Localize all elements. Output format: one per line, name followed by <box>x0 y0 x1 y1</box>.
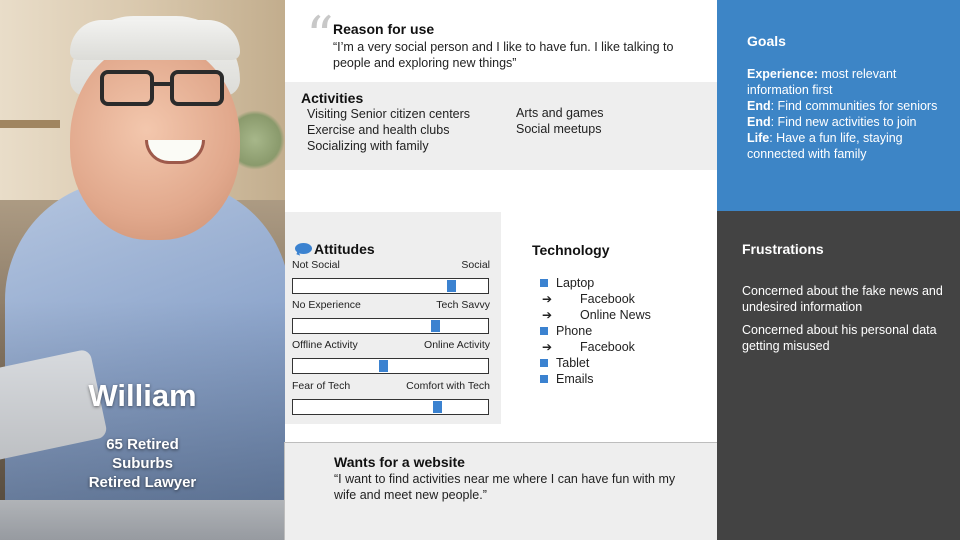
tech-item-label: Laptop <box>556 276 595 290</box>
frustrations-title: Frustrations <box>742 241 824 257</box>
attitudes-heading: Attitudes <box>295 241 375 257</box>
technology-list: Laptop ➔ Facebook ➔ Online News Phone ➔ Fac… <box>540 275 651 387</box>
tech-subitem-label: Facebook <box>580 340 635 354</box>
tech-subitem: ➔ Facebook <box>540 291 651 307</box>
frustration-item: Concerned about his personal data gettin… <box>742 323 937 353</box>
tech-item-label: Phone <box>556 324 593 338</box>
attitude-scale-social: Not Social Social <box>292 259 490 294</box>
goals-title: Goals <box>747 33 786 49</box>
scale-marker <box>378 360 388 372</box>
square-bullet-icon <box>540 359 548 367</box>
square-bullet-icon <box>540 375 548 383</box>
persona-location: Suburbs <box>112 455 173 472</box>
goal-item: End: Find communities for seniors <box>747 98 947 114</box>
activities-list-left: Visiting Senior citizen centers Exercise… <box>307 106 470 154</box>
scale-track <box>292 318 489 334</box>
scale-left-label: Fear of Tech <box>292 380 351 392</box>
tech-item-label: Tablet <box>556 356 590 370</box>
scale-marker <box>447 280 457 292</box>
technology-title: Technology <box>532 242 610 258</box>
frustrations-section: Frustrations Concerned about the fake ne… <box>717 211 960 540</box>
speech-bubble-icon <box>295 242 312 256</box>
scale-marker <box>430 320 440 332</box>
activities-list-right: Arts and games Social meetups <box>516 105 604 137</box>
activity-item: Social meetups <box>516 122 602 136</box>
reason-title: Reason for use <box>333 21 435 37</box>
attitude-scale-tech-experience: No Experience Tech Savvy <box>292 299 490 334</box>
quote-mark-icon: “ <box>306 5 334 68</box>
attitudes-section: Attitudes Not Social Social No Experienc… <box>285 212 501 424</box>
scale-right-label: Comfort with Tech <box>406 380 490 392</box>
goal-item: End: Find new activities to join <box>747 114 947 130</box>
scale-marker <box>432 401 442 413</box>
activity-item: Arts and games <box>516 106 604 120</box>
goal-label: End <box>747 99 771 113</box>
tech-item-label: Emails <box>556 372 594 386</box>
tech-subitem: ➔ Online News <box>540 307 651 323</box>
goal-item: Life: Have a fun life, staying connected… <box>747 130 947 162</box>
activity-item: Socializing with family <box>307 139 429 153</box>
arrow-right-icon: ➔ <box>542 340 553 354</box>
tech-item: Emails <box>540 371 651 387</box>
tech-subitem: ➔ Facebook <box>540 339 651 355</box>
activities-title: Activities <box>301 90 364 106</box>
scale-left-label: Not Social <box>292 259 340 271</box>
persona-occupation: Retired Lawyer <box>88 474 197 491</box>
goals-section: Goals Experience: most relevant informat… <box>717 0 960 211</box>
goal-label: Life <box>747 131 770 145</box>
goal-text: : Find communities for seniors <box>770 99 938 113</box>
activity-item: Exercise and health clubs <box>307 123 450 137</box>
goal-text: : Have a fun life, staying connected wit… <box>747 131 903 161</box>
persona-name: William <box>88 378 197 413</box>
persona-age: 65 Retired <box>106 436 179 453</box>
tech-subitem-label: Online News <box>580 308 651 322</box>
goals-list: Experience: most relevant information fi… <box>747 66 947 162</box>
tech-item: Laptop <box>540 275 651 291</box>
tech-item: Phone <box>540 323 651 339</box>
scale-track <box>292 278 489 294</box>
goal-item: Experience: most relevant information fi… <box>747 66 947 98</box>
arrow-right-icon: ➔ <box>542 292 553 306</box>
activities-section: Activities Visiting Senior citizen cente… <box>285 82 717 170</box>
frustration-item: Concerned about the fake news and undesi… <box>742 284 943 314</box>
persona-details: 65 Retired Suburbs Retired Lawyer <box>0 435 285 492</box>
scale-right-label: Online Activity <box>424 339 490 351</box>
attitudes-title: Attitudes <box>314 241 375 257</box>
tech-subitem-label: Facebook <box>580 292 635 306</box>
scale-left-label: Offline Activity <box>292 339 358 351</box>
arrow-right-icon: ➔ <box>542 308 553 322</box>
scale-track <box>292 399 489 415</box>
square-bullet-icon <box>540 327 548 335</box>
goal-text: : Find new activities to join <box>770 115 917 129</box>
wants-text: “I want to find activities near me where… <box>334 472 676 502</box>
scale-left-label: No Experience <box>292 299 361 311</box>
scale-right-label: Social <box>461 259 490 271</box>
tech-item: Tablet <box>540 355 651 371</box>
attitude-scale-tech-comfort: Fear of Tech Comfort with Tech <box>292 380 490 415</box>
attitude-scale-online-activity: Offline Activity Online Activity <box>292 339 490 374</box>
scale-right-label: Tech Savvy <box>436 299 490 311</box>
activity-item: Visiting Senior citizen centers <box>307 107 471 121</box>
goal-label: Experience: <box>747 67 818 81</box>
wants-title: Wants for a website <box>334 454 465 470</box>
goal-label: End <box>747 115 771 129</box>
square-bullet-icon <box>540 279 548 287</box>
reason-text: “I’m a very social person and I like to … <box>333 40 674 70</box>
scale-track <box>292 358 489 374</box>
wants-section: Wants for a website “I want to find acti… <box>284 442 717 540</box>
